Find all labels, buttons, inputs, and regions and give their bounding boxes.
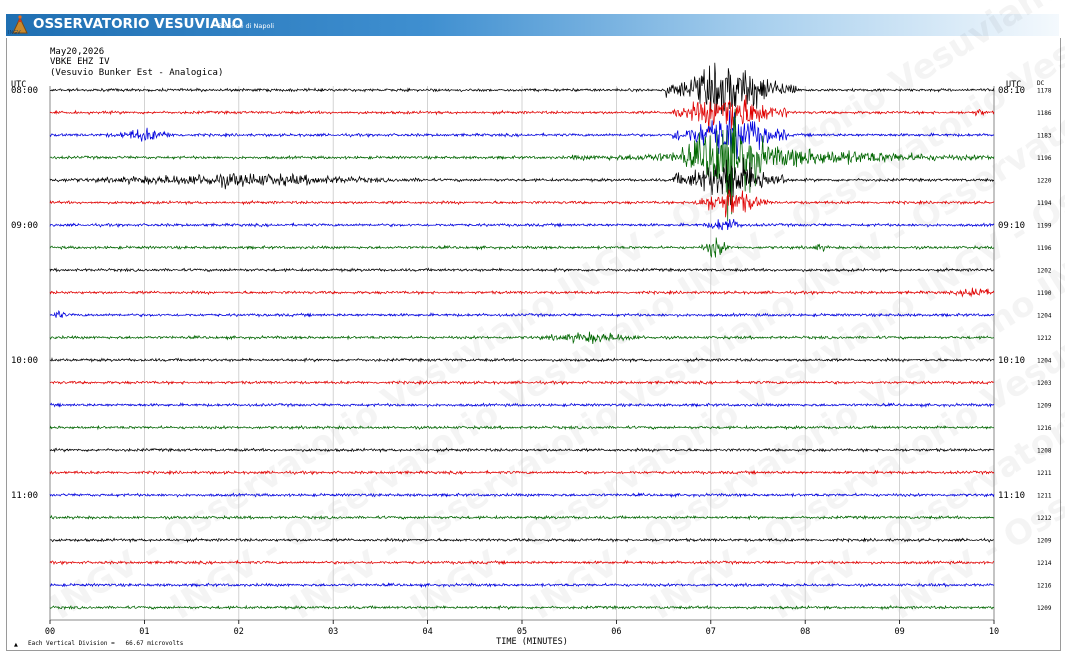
dc-value: 1186 (1037, 110, 1052, 117)
right-hour-label: 09:10 (998, 221, 1025, 231)
x-tick-label: 00 (45, 627, 55, 637)
dc-value: 1209 (1037, 605, 1052, 612)
x-axis-label: TIME (MINUTES) (496, 637, 568, 647)
dc-value: 1202 (1037, 268, 1052, 275)
right-hour-label: 10:10 (998, 356, 1025, 366)
dc-value: 1209 (1037, 538, 1052, 545)
x-tick-label: 01 (139, 627, 149, 637)
dc-value: 1211 (1037, 470, 1052, 477)
dc-value: 1194 (1037, 200, 1052, 207)
dc-value: 1220 (1037, 178, 1052, 185)
left-hour-labels: 08:00 09:00 10:00 11:00 (11, 86, 38, 501)
left-hour-label: 09:00 (11, 221, 38, 231)
x-tick-label: 09 (894, 627, 904, 637)
scale-note: Each Vertical Division = 66.67 microvolt… (28, 640, 184, 647)
dc-value: 1203 (1037, 380, 1052, 387)
dc-value: 1211 (1037, 493, 1052, 500)
dc-value: 1196 (1037, 155, 1052, 162)
helicorder-plot: INGV - Osservatorio Vesuviano INGV - Oss… (11, 0, 1065, 648)
left-hour-label: 08:00 (11, 86, 38, 96)
dc-value: 1216 (1037, 583, 1052, 590)
dc-value: 1216 (1037, 425, 1052, 432)
dc-value: 1199 (1037, 223, 1052, 230)
dc-value: 1204 (1037, 358, 1052, 365)
dc-value: 1178 (1037, 88, 1052, 95)
x-tick-label: 08 (800, 627, 810, 637)
x-tick-label: 06 (611, 627, 621, 637)
seismogram-frame: INGV OSSERVATORIO VESUVIANO Sezione di N… (0, 0, 1065, 661)
right-hour-label: 11:10 (998, 491, 1025, 501)
dc-value: 1183 (1037, 133, 1052, 140)
x-tick-label: 05 (517, 627, 527, 637)
dc-value: 1204 (1037, 313, 1052, 320)
watermark-layer: INGV - Osservatorio Vesuviano INGV - Oss… (44, 0, 1065, 628)
station-code: VBKE EHZ IV (50, 57, 110, 67)
dc-value: 1208 (1037, 448, 1052, 455)
dc-value: 1196 (1037, 245, 1052, 252)
x-tick-label: 02 (234, 627, 244, 637)
dc-value: 1190 (1037, 290, 1052, 297)
dc-label: DC (1037, 80, 1045, 87)
left-hour-label: 11:00 (11, 491, 38, 501)
x-tick-label: 10 (989, 627, 999, 637)
dc-value: 1214 (1037, 560, 1052, 567)
dc-value: 1212 (1037, 335, 1052, 342)
x-tick-label: 03 (328, 627, 338, 637)
scale-marker-icon: ▲ (14, 642, 18, 648)
station-site: (Vesuvio Bunker Est - Analogica) (50, 68, 223, 78)
dc-value: 1209 (1037, 403, 1052, 410)
right-hour-label: 08:10 (998, 86, 1025, 96)
dc-value: 1212 (1037, 515, 1052, 522)
x-tick-label: 04 (422, 627, 432, 637)
x-tick-label: 07 (706, 627, 716, 637)
station-date: May20,2026 (50, 47, 104, 57)
left-hour-label: 10:00 (11, 356, 38, 366)
